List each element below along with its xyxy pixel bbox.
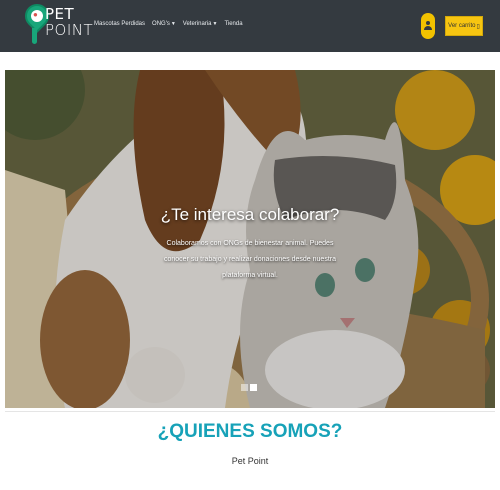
- chevron-down-icon: ▼: [170, 21, 176, 27]
- nav-item-label: Tienda: [224, 21, 243, 27]
- nav-item-tienda[interactable]: Tienda: [224, 21, 242, 27]
- carousel-indicator-1[interactable]: [241, 384, 248, 391]
- cart-button-label: Ver carrito: [448, 23, 476, 29]
- nav-item-mascotas-perdidas[interactable]: Mascotas Perdidas: [94, 21, 145, 27]
- about-subtitle: Pet Point: [231, 456, 269, 466]
- nav-item-label: ONG's: [152, 21, 170, 27]
- hero-carousel: ¿Te interesa colaborar? Colaboramos con …: [5, 70, 495, 408]
- navbar: ● PET POINT Mascotas Perdidas ONG's▼ Vet…: [0, 0, 500, 52]
- cart-icon: ▯: [476, 23, 480, 30]
- paw-icon: ●: [33, 10, 38, 19]
- carousel-indicator-2[interactable]: [250, 384, 257, 391]
- logo-stem: [32, 28, 37, 44]
- brand-line-1: PET: [45, 5, 75, 23]
- brand-line-2: POINT: [45, 21, 94, 39]
- user-icon[interactable]: [421, 13, 435, 39]
- chevron-down-icon: ▼: [212, 21, 218, 27]
- nav-item-label: Veterinaria: [182, 21, 212, 27]
- brand-name: PET POINT: [45, 6, 93, 38]
- nav-item-veterinaria[interactable]: Veterinaria▼: [183, 21, 218, 27]
- about-title: ¿QUIENES SOMOS?: [157, 421, 343, 442]
- hero-text: Colaboramos con ONGs de bienestar animal…: [164, 240, 336, 279]
- hero-title: ¿Te interesa colaborar?: [160, 205, 340, 224]
- nav-menu: Mascotas Perdidas ONG's▼ Veterinaria▼ Ti…: [94, 21, 243, 27]
- section-divider: [5, 411, 495, 416]
- nav-item-label: Mascotas Perdidas: [94, 21, 146, 27]
- nav-item-ongs[interactable]: ONG's▼: [152, 21, 176, 27]
- cart-button[interactable]: Ver carrito ▯: [445, 16, 483, 36]
- carousel-indicators: [241, 384, 257, 391]
